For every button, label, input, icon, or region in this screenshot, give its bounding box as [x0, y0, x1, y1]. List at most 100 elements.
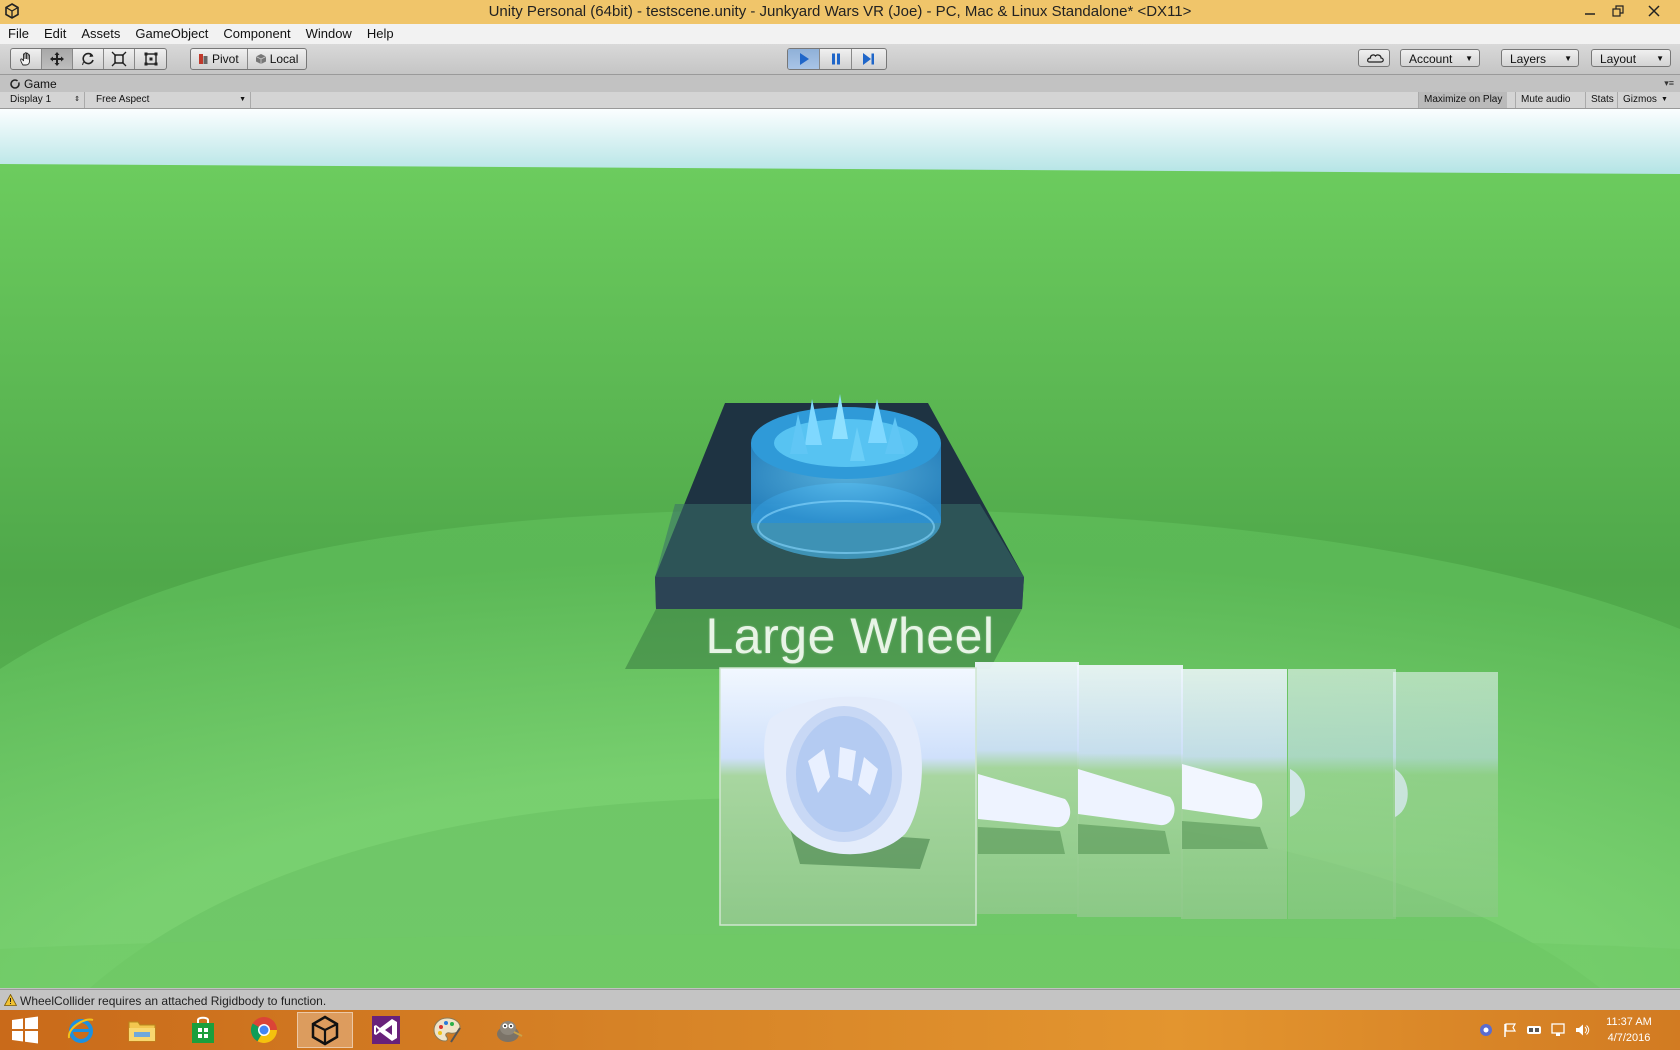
clock-date: 4/7/2016 — [1607, 1032, 1651, 1044]
store-bag-icon — [192, 1016, 214, 1043]
layout-label: Layout — [1600, 52, 1637, 66]
step-button[interactable] — [852, 49, 884, 69]
local-toggle[interactable]: Local — [248, 49, 307, 69]
taskbar-internet-explorer[interactable] — [53, 1012, 109, 1048]
taskbar-chrome[interactable] — [236, 1012, 292, 1048]
main-toolbar: Pivot Local Account ▼ Layers ▼ Layout ▼ — [0, 44, 1680, 75]
system-tray — [1478, 1020, 1590, 1040]
hand-tool-button[interactable] — [11, 49, 42, 69]
console-status-bar[interactable]: WheelCollider requires an attached Rigid… — [0, 989, 1680, 1011]
tab-menu-icon[interactable]: ▾≡ — [1664, 78, 1674, 89]
close-button[interactable] — [1640, 0, 1668, 22]
mute-audio-toggle[interactable]: Mute audio — [1515, 92, 1575, 108]
pivot-toggle[interactable]: Pivot — [191, 49, 248, 69]
display-label: Display 1 — [10, 94, 52, 105]
folder-icon — [128, 1021, 156, 1042]
close-icon — [1648, 5, 1660, 17]
stats-toggle[interactable]: Stats — [1585, 92, 1619, 108]
volume-icon[interactable] — [1574, 1022, 1590, 1038]
game-controller-icon — [10, 79, 20, 89]
windows-taskbar: 11:37 AM 4/7/2016 — [0, 1010, 1680, 1050]
menu-assets[interactable]: Assets — [73, 24, 127, 44]
minimize-button[interactable] — [1576, 0, 1604, 22]
game-tab-label: Game — [24, 77, 57, 91]
selected-part-label: Large Wheel — [705, 608, 995, 664]
game-viewport[interactable]: Large Wheel — [0, 109, 1680, 988]
display-select[interactable]: Display 1 ⇕ — [5, 92, 85, 108]
menu-file[interactable]: File — [0, 24, 36, 44]
pivot-icon — [199, 54, 208, 64]
layers-label: Layers — [1510, 52, 1547, 66]
menu-edit[interactable]: Edit — [36, 24, 73, 44]
local-label: Local — [269, 52, 299, 66]
taskbar-paint[interactable] — [419, 1012, 475, 1048]
transform-tools — [10, 48, 167, 70]
move-arrows-icon — [50, 52, 64, 66]
chevron-down-icon: ▼ — [1660, 96, 1668, 103]
hand-icon — [20, 52, 30, 66]
pause-icon — [831, 53, 840, 65]
taskbar-visual-studio[interactable] — [358, 1012, 414, 1048]
warning-icon — [4, 994, 17, 1006]
rect-tool-button[interactable] — [135, 49, 166, 69]
gizmos-dropdown[interactable]: Gizmos ▼ — [1617, 92, 1671, 108]
account-dropdown[interactable]: Account ▼ — [1400, 49, 1480, 67]
minimize-icon — [1585, 13, 1595, 15]
menu-help[interactable]: Help — [359, 24, 401, 44]
gimp-icon — [497, 1021, 523, 1042]
taskbar-store[interactable] — [175, 1012, 231, 1048]
cloud-button[interactable] — [1358, 49, 1390, 67]
menu-component[interactable]: Component — [215, 24, 297, 44]
pause-button[interactable] — [820, 49, 852, 69]
chevron-down-icon: ▼ — [1465, 54, 1473, 63]
scale-icon — [111, 51, 127, 67]
rotate-tool-button[interactable] — [73, 49, 104, 69]
network-monitor-icon[interactable] — [1550, 1022, 1566, 1038]
scale-tool-button[interactable] — [104, 49, 135, 69]
taskbar-unity[interactable] — [297, 1012, 353, 1048]
unity-icon — [311, 1015, 339, 1046]
action-center-flag-icon[interactable] — [1502, 1022, 1518, 1038]
layout-dropdown[interactable]: Layout ▼ — [1591, 49, 1671, 67]
paint-palette-icon — [433, 1017, 461, 1043]
rect-transform-icon — [144, 52, 157, 66]
cloud-icon — [1367, 54, 1384, 63]
chrome-icon — [250, 1017, 278, 1044]
system-clock[interactable]: 11:37 AM 4/7/2016 — [1594, 1014, 1664, 1046]
pivot-label: Pivot — [212, 52, 239, 66]
maximize-on-play-toggle[interactable]: Maximize on Play — [1418, 92, 1508, 108]
start-button[interactable] — [0, 1012, 50, 1048]
pivot-toggles: Pivot Local — [190, 48, 308, 70]
vr-headset-icon[interactable] — [1526, 1022, 1542, 1038]
chevron-down-icon: ▼ — [1656, 54, 1664, 63]
chevron-down-icon: ▼ — [1564, 54, 1572, 63]
play-button[interactable] — [788, 49, 820, 69]
gizmos-label: Gizmos — [1623, 94, 1657, 105]
account-label: Account — [1409, 52, 1453, 66]
restore-button[interactable] — [1604, 0, 1632, 22]
restore-icon — [1612, 5, 1624, 17]
move-tool-button[interactable] — [42, 49, 73, 69]
window-titlebar: Unity Personal (64bit) - testscene.unity… — [0, 0, 1680, 24]
menu-bar: File Edit Assets GameObject Component Wi… — [0, 24, 1680, 44]
aspect-label: Free Aspect — [96, 94, 150, 105]
hologram-wheel — [751, 394, 941, 559]
play-icon — [799, 53, 809, 65]
playback-controls — [787, 48, 887, 70]
status-message: WheelCollider requires an attached Rigid… — [20, 994, 327, 1008]
internet-explorer-icon — [67, 1018, 94, 1043]
network-app-icon[interactable] — [1478, 1022, 1494, 1038]
updown-arrow-icon: ⇕ — [74, 96, 80, 103]
local-cube-icon — [255, 54, 266, 64]
clock-time: 11:37 AM — [1606, 1016, 1652, 1028]
part-carousel — [719, 662, 1498, 926]
taskbar-file-explorer[interactable] — [114, 1012, 170, 1048]
layers-dropdown[interactable]: Layers ▼ — [1501, 49, 1579, 67]
tab-game[interactable]: Game — [4, 76, 65, 92]
taskbar-gimp[interactable] — [480, 1012, 536, 1048]
menu-window[interactable]: Window — [298, 24, 359, 44]
window-title: Unity Personal (64bit) - testscene.unity… — [488, 3, 1192, 20]
aspect-select[interactable]: Free Aspect ▼ — [91, 92, 251, 108]
chevron-down-icon: ▼ — [239, 96, 246, 103]
menu-gameobject[interactable]: GameObject — [127, 24, 215, 44]
